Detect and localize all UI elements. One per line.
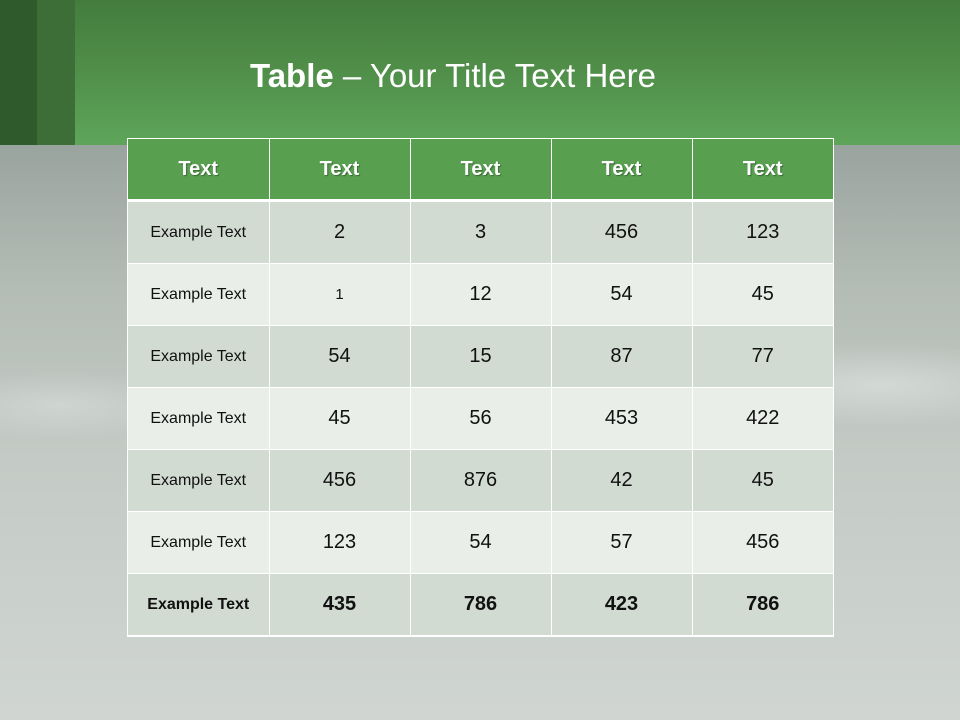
table-cell: 45 xyxy=(269,387,411,450)
data-table-container: Text Text Text Text Text Example Text 2 … xyxy=(127,138,834,637)
table-cell: 435 xyxy=(269,573,411,636)
slide-title: Table – Your Title Text Here xyxy=(250,54,656,98)
table-cell: 422 xyxy=(692,387,833,450)
table-cell: 123 xyxy=(692,200,833,264)
data-table: Text Text Text Text Text Example Text 2 … xyxy=(128,139,833,636)
table-row: Example Text 2 3 456 123 xyxy=(128,200,833,264)
row-label: Example Text xyxy=(128,325,270,388)
slide-title-bold: Table xyxy=(250,57,334,94)
table-cell: 77 xyxy=(692,325,833,388)
table-row: Example Text 1 12 54 45 xyxy=(128,263,833,326)
table-total-row: Example Text 435 786 423 786 xyxy=(128,573,833,636)
table-cell: 453 xyxy=(551,387,693,450)
banner-stripe-dark xyxy=(0,0,37,145)
table-header-row: Text Text Text Text Text xyxy=(128,139,833,202)
table-cell: 57 xyxy=(551,511,693,574)
table-row: Example Text 45 56 453 422 xyxy=(128,387,833,450)
slide-title-rest: – Your Title Text Here xyxy=(333,57,656,94)
table-cell: 3 xyxy=(410,200,552,264)
row-label: Example Text xyxy=(128,263,270,326)
table-cell: 54 xyxy=(551,263,693,326)
table-cell: 2 xyxy=(269,200,411,264)
row-label: Example Text xyxy=(128,200,270,264)
column-header: Text xyxy=(269,139,411,202)
table-cell: 456 xyxy=(551,200,693,264)
table-cell: 786 xyxy=(410,573,552,636)
table-cell: 45 xyxy=(692,263,833,326)
table-cell: 12 xyxy=(410,263,552,326)
table-cell: 54 xyxy=(269,325,411,388)
table-row: Example Text 456 876 42 45 xyxy=(128,449,833,512)
column-header: Text xyxy=(551,139,693,202)
row-label: Example Text xyxy=(128,573,270,636)
table-cell: 45 xyxy=(692,449,833,512)
table-cell: 876 xyxy=(410,449,552,512)
table-row: Example Text 54 15 87 77 xyxy=(128,325,833,388)
column-header: Text xyxy=(692,139,833,202)
table-cell: 87 xyxy=(551,325,693,388)
row-label: Example Text xyxy=(128,449,270,512)
table-row: Example Text 123 54 57 456 xyxy=(128,511,833,574)
table-cell: 123 xyxy=(269,511,411,574)
column-header: Text xyxy=(128,139,270,202)
table-cell: 456 xyxy=(269,449,411,512)
table-cell: 56 xyxy=(410,387,552,450)
table-cell: 786 xyxy=(692,573,833,636)
table-cell: 42 xyxy=(551,449,693,512)
table-cell: 423 xyxy=(551,573,693,636)
row-label: Example Text xyxy=(128,511,270,574)
row-label: Example Text xyxy=(128,387,270,450)
banner-stripe-mid xyxy=(37,0,75,145)
table-cell: 1 xyxy=(269,263,411,326)
table-cell: 15 xyxy=(410,325,552,388)
table-cell: 456 xyxy=(692,511,833,574)
column-header: Text xyxy=(410,139,552,202)
table-cell: 54 xyxy=(410,511,552,574)
